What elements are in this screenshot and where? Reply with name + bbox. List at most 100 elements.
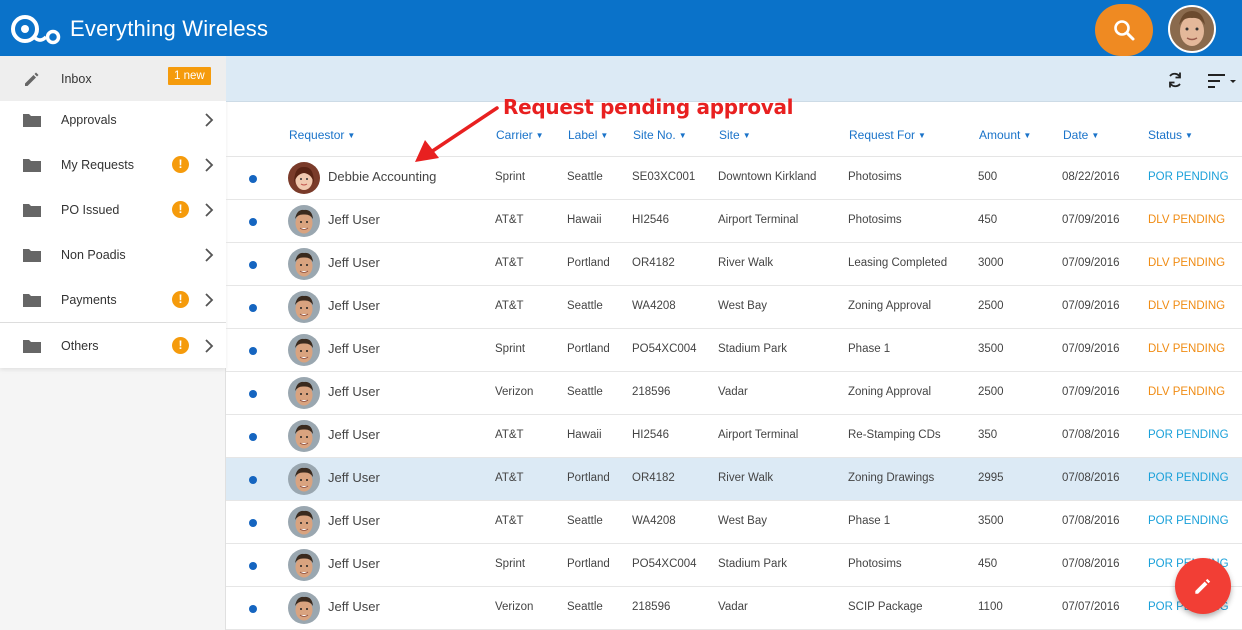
date-cell: 08/22/2016 xyxy=(1062,171,1120,183)
column-header-request-for[interactable]: Request For ▼ xyxy=(849,128,926,142)
table-row[interactable]: Jeff User AT&T Hawaii HI2546 Airport Termina… xyxy=(226,200,1242,243)
unread-dot-icon xyxy=(249,562,257,570)
folder-icon xyxy=(23,159,41,172)
carrier-cell: AT&T xyxy=(495,214,524,226)
requestor-cell: Jeff User xyxy=(328,341,380,356)
table-row[interactable]: Jeff User Verizon Seattle 218596 Vadar Zoning… xyxy=(226,372,1242,415)
app-title: Everything Wireless xyxy=(70,16,269,41)
site-no-cell: OR4182 xyxy=(632,472,675,484)
folder-icon xyxy=(23,114,41,127)
carrier-cell: AT&T xyxy=(495,429,524,441)
sort-icon[interactable] xyxy=(1208,74,1236,88)
sidebar-item-label: My Requests xyxy=(61,157,134,172)
unread-dot-icon xyxy=(249,476,257,484)
requestor-avatar xyxy=(288,592,320,624)
table-row[interactable]: Debbie Accounting Sprint Seattle SE03XC001 D… xyxy=(226,157,1242,200)
label-cell: Portland xyxy=(567,472,610,484)
site-cell: Vadar xyxy=(718,601,748,613)
status-cell: POR PENDING xyxy=(1148,429,1229,441)
sidebar-item-label: Others xyxy=(61,338,99,353)
requestor-avatar xyxy=(288,420,320,452)
table-row[interactable]: Jeff User AT&T Seattle WA4208 West Bay Zoning… xyxy=(226,286,1242,329)
table-row[interactable]: Jeff User Sprint Portland PO54XC004 Stadium … xyxy=(226,329,1242,372)
date-cell: 07/08/2016 xyxy=(1062,515,1120,527)
requestor-avatar xyxy=(288,506,320,538)
carrier-cell: Verizon xyxy=(495,601,534,613)
date-cell: 07/08/2016 xyxy=(1062,558,1120,570)
sidebar-item-payments[interactable]: Payments ! xyxy=(0,277,226,322)
sidebar-panel: Inbox 1 new Approvals My Requests ! PO I… xyxy=(0,56,226,368)
sidebar-item-label: Inbox xyxy=(61,71,92,86)
site-cell: Downtown Kirkland xyxy=(718,171,817,183)
carrier-cell: AT&T xyxy=(495,472,524,484)
carrier-cell: Verizon xyxy=(495,386,534,398)
label-cell: Seattle xyxy=(567,515,603,527)
label-cell: Seattle xyxy=(567,386,603,398)
unread-dot-icon xyxy=(249,304,257,312)
column-header-site[interactable]: Site ▼ xyxy=(719,128,751,142)
column-header-site-no[interactable]: Site No. ▼ xyxy=(633,128,687,142)
sidebar-item-po-issued[interactable]: PO Issued ! xyxy=(0,187,226,232)
site-no-cell: WA4208 xyxy=(632,300,676,312)
column-header-status[interactable]: Status ▼ xyxy=(1148,128,1193,142)
user-avatar-image xyxy=(1170,7,1214,51)
label-cell: Portland xyxy=(567,558,610,570)
date-cell: 07/09/2016 xyxy=(1062,386,1120,398)
request-for-cell: SCIP Package xyxy=(848,601,923,613)
label-cell: Hawaii xyxy=(567,214,602,226)
sidebar-item-label: Payments xyxy=(61,292,117,307)
date-cell: 07/09/2016 xyxy=(1062,343,1120,355)
table-row[interactable]: Jeff User AT&T Hawaii HI2546 Airport Termina… xyxy=(226,415,1242,458)
site-cell: West Bay xyxy=(718,300,767,312)
date-cell: 07/07/2016 xyxy=(1062,601,1120,613)
site-no-cell: HI2546 xyxy=(632,429,670,441)
app-logo-icon[interactable] xyxy=(10,12,62,46)
table-row[interactable]: Jeff User AT&T Portland OR4182 River Walk Zon… xyxy=(226,458,1242,501)
annotation-label: Request pending approval xyxy=(503,95,794,119)
unread-dot-icon xyxy=(249,605,257,613)
amount-cell: 3000 xyxy=(978,257,1004,269)
requestor-cell: Jeff User xyxy=(328,427,380,442)
sidebar-item-approvals[interactable]: Approvals xyxy=(0,97,226,142)
alert-icon: ! xyxy=(172,156,189,173)
column-header-amount[interactable]: Amount ▼ xyxy=(979,128,1031,142)
search-button[interactable] xyxy=(1095,4,1153,56)
sidebar-item-non-poadis[interactable]: Non Poadis xyxy=(0,232,226,277)
table-row[interactable]: Jeff User Sprint Portland PO54XC004 Stadium … xyxy=(226,544,1242,587)
sidebar-item-my-requests[interactable]: My Requests ! xyxy=(0,142,226,187)
unread-dot-icon xyxy=(249,347,257,355)
amount-cell: 500 xyxy=(978,171,998,183)
site-no-cell: WA4208 xyxy=(632,515,676,527)
amount-cell: 3500 xyxy=(978,515,1004,527)
refresh-icon[interactable] xyxy=(1166,71,1184,89)
sidebar-item-inbox[interactable]: Inbox 1 new xyxy=(0,56,226,101)
requests-table: Requestor ▼ Carrier ▼ Label ▼ Site No. ▼ Sit… xyxy=(226,102,1242,630)
table-row[interactable]: Jeff User AT&T Seattle WA4208 West Bay Phase … xyxy=(226,501,1242,544)
table-row[interactable]: Jeff User Verizon Seattle 218596 Vadar SCIP P… xyxy=(226,587,1242,630)
request-for-cell: Zoning Approval xyxy=(848,300,932,312)
requestor-avatar xyxy=(288,291,320,323)
column-header-label[interactable]: Label ▼ xyxy=(568,128,608,142)
site-cell: Vadar xyxy=(718,386,748,398)
chevron-right-icon xyxy=(205,112,214,127)
alert-icon: ! xyxy=(172,201,189,218)
label-cell: Hawaii xyxy=(567,429,602,441)
requestor-avatar xyxy=(288,205,320,237)
compose-button[interactable] xyxy=(1175,558,1231,614)
folder-icon xyxy=(23,340,41,353)
requestor-cell: Jeff User xyxy=(328,470,380,485)
request-for-cell: Leasing Completed xyxy=(848,257,948,269)
amount-cell: 350 xyxy=(978,429,998,441)
request-for-cell: Re-Stamping CDs xyxy=(848,429,941,441)
site-cell: West Bay xyxy=(718,515,767,527)
user-avatar[interactable] xyxy=(1168,5,1216,53)
sidebar-item-others[interactable]: Others ! xyxy=(0,323,226,368)
requestor-cell: Jeff User xyxy=(328,212,380,227)
table-row[interactable]: Jeff User AT&T Portland OR4182 River Walk Lea… xyxy=(226,243,1242,286)
unread-dot-icon xyxy=(249,175,257,183)
label-cell: Portland xyxy=(567,257,610,269)
requestor-cell: Debbie Accounting xyxy=(328,169,437,184)
column-header-date[interactable]: Date ▼ xyxy=(1063,128,1099,142)
status-cell: POR PENDING xyxy=(1148,171,1229,183)
column-header-requestor[interactable]: Requestor ▼ xyxy=(289,128,355,142)
